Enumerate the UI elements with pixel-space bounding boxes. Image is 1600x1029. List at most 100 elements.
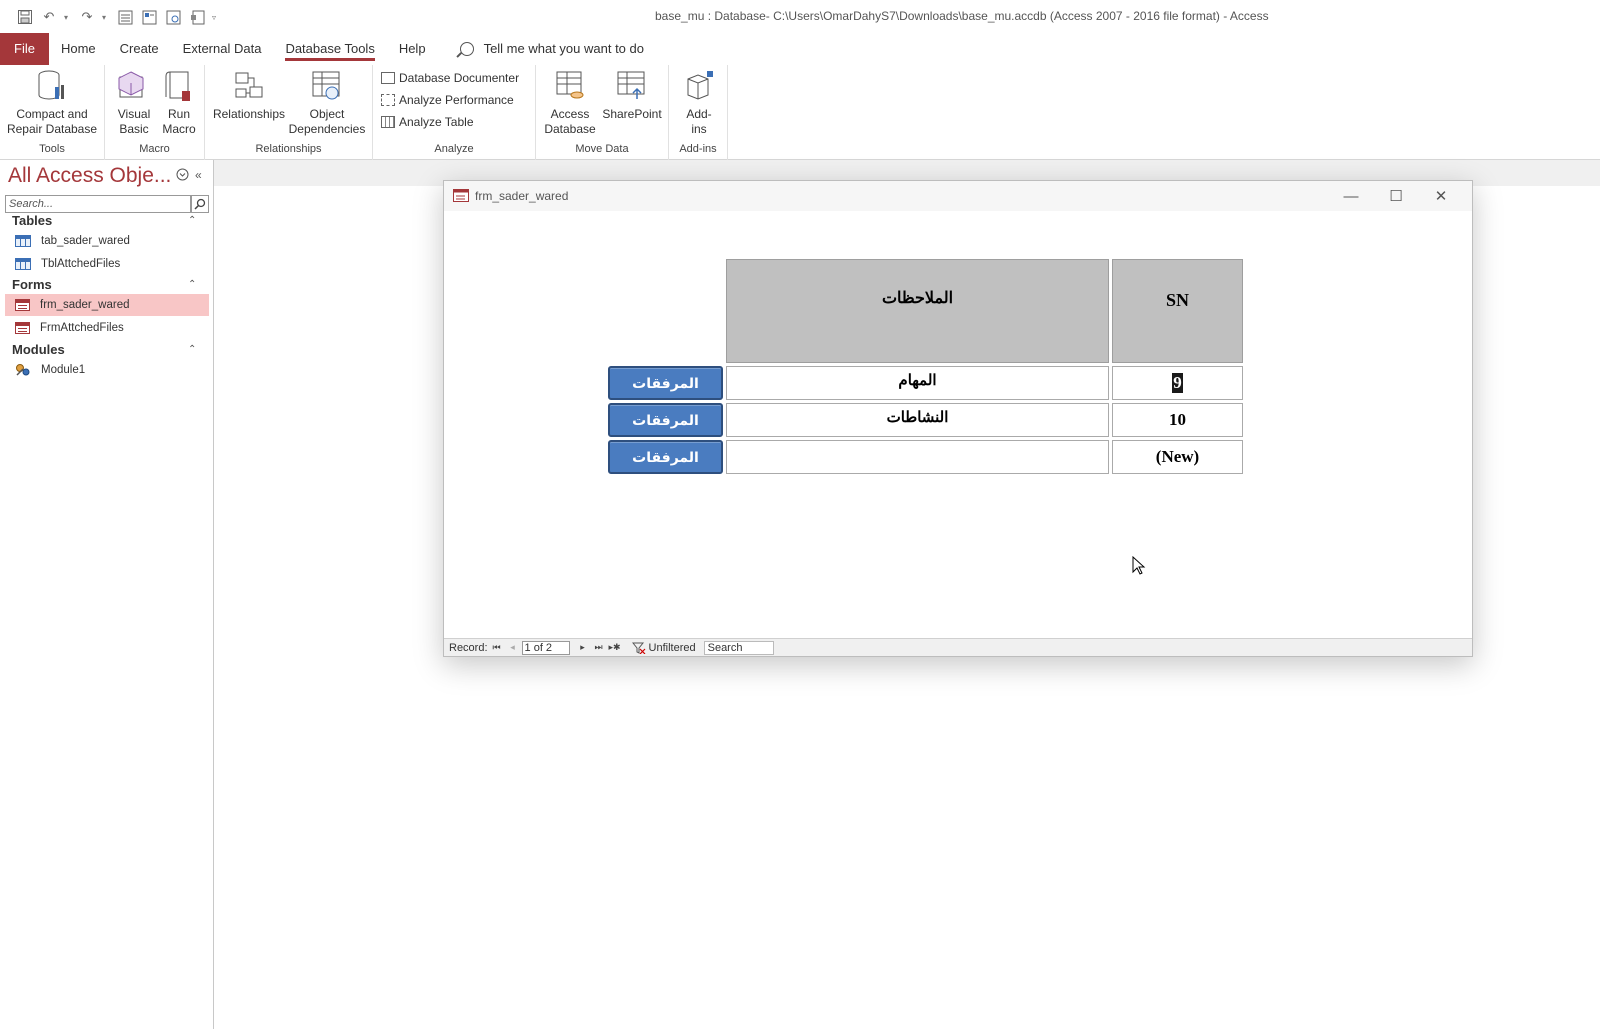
group-analyze: Database Documenter Analyze Performance …	[373, 65, 536, 160]
nav-item-tab-sader-wared[interactable]: tab_sader_wared	[5, 230, 209, 252]
relationships-label: Relationships	[212, 107, 286, 121]
form-window-titlebar: frm_sader_wared — ☐ ✕	[444, 181, 1472, 211]
nav-category-tables[interactable]: Tables	[12, 213, 52, 228]
nav-search-input[interactable]: Search...	[5, 195, 191, 213]
ribbon: Compact and Repair Database Tools Visual…	[0, 65, 1600, 160]
save-icon[interactable]	[16, 8, 34, 26]
nav-pane-title[interactable]: All Access Obje...	[8, 164, 171, 188]
nav-item-label: Module1	[41, 364, 86, 376]
add-ins-button[interactable]: Add-ins	[673, 69, 725, 137]
object-dependencies-label: Object Dependencies	[288, 107, 366, 136]
add-ins-label: Add-ins	[686, 107, 712, 136]
group-tools: Compact and Repair Database Tools	[0, 65, 105, 160]
form-icon	[15, 299, 30, 311]
nav-item-frmattchedfiles[interactable]: FrmAttchedFiles	[5, 317, 209, 339]
tell-me-search[interactable]: Tell me what you want to do	[438, 33, 644, 65]
collapse-forms-icon[interactable]: ⌃	[188, 279, 196, 290]
sn-selected-value: 9	[1172, 373, 1183, 393]
group-relationships: Relationships Object Dependencies Relati…	[205, 65, 373, 160]
nav-category-forms[interactable]: Forms	[12, 277, 52, 292]
tab-home[interactable]: Home	[49, 33, 108, 65]
datasheet-view-icon[interactable]	[164, 8, 182, 26]
redo-icon[interactable]: ↷	[78, 8, 96, 26]
nav-search-button[interactable]	[191, 195, 209, 213]
maximize-icon[interactable]: ☐	[1381, 185, 1411, 207]
nav-item-frm-sader-wared[interactable]: frm_sader_wared	[5, 294, 209, 316]
access-database-button[interactable]: Access Database	[540, 69, 600, 137]
collapse-pane-icon[interactable]: «	[195, 168, 202, 182]
sharepoint-icon	[617, 71, 645, 99]
filter-icon	[631, 642, 645, 654]
collapse-modules-icon[interactable]: ⌃	[188, 344, 196, 355]
analyze-performance-button[interactable]: Analyze Performance	[381, 93, 514, 107]
sn-field[interactable]: 10	[1112, 403, 1243, 437]
sn-field[interactable]: 9	[1112, 366, 1243, 400]
close-icon[interactable]: ✕	[1426, 185, 1456, 207]
tab-help[interactable]: Help	[387, 33, 438, 65]
visual-basic-label: Visual Basic	[117, 107, 151, 136]
new-record-icon[interactable]: ▸✱	[608, 642, 622, 653]
object-dependencies-button[interactable]: Object Dependencies	[285, 69, 369, 137]
form-view-icon[interactable]	[116, 8, 134, 26]
attachments-button[interactable]: المرفقات	[608, 366, 723, 400]
customize-toolbar-icon[interactable]: ▿	[212, 13, 220, 22]
database-documenter-button[interactable]: Database Documenter	[381, 71, 519, 85]
attachments-button[interactable]: المرفقات	[608, 440, 723, 474]
run-macro-button[interactable]: Run Macro	[157, 69, 201, 137]
undo-icon[interactable]: ↶	[40, 8, 58, 26]
filter-toggle[interactable]: Unfiltered	[631, 642, 704, 654]
attachments-button[interactable]: المرفقات	[608, 403, 723, 437]
last-record-icon[interactable]: ⏭	[592, 642, 606, 653]
notes-field[interactable]	[726, 440, 1109, 474]
report-view-icon[interactable]	[140, 8, 158, 26]
sn-field-new[interactable]: (New)	[1112, 440, 1243, 474]
relationships-button[interactable]: Relationships	[211, 69, 287, 122]
chevron-down-icon[interactable]: ▾	[64, 13, 72, 22]
nav-category-modules[interactable]: Modules	[12, 342, 65, 357]
first-record-icon[interactable]: ⏮	[490, 642, 504, 653]
record-label: Record:	[449, 641, 488, 654]
visual-basic-icon	[118, 71, 144, 98]
compact-repair-icon	[38, 70, 64, 100]
ribbon-tabs: File Home Create External Data Database …	[0, 33, 1600, 65]
nav-item-module1[interactable]: Module1	[5, 359, 209, 381]
record-search-input[interactable]: Search	[703, 640, 774, 655]
nav-menu-icon[interactable]	[176, 168, 189, 184]
visual-basic-button[interactable]: Visual Basic	[111, 69, 157, 137]
print-preview-icon[interactable]	[188, 8, 206, 26]
analyze-table-button[interactable]: Analyze Table	[381, 115, 474, 129]
previous-record-icon[interactable]: ◂	[506, 642, 520, 653]
search-icon	[459, 42, 474, 56]
sharepoint-button[interactable]: SharePoint	[598, 69, 666, 122]
tab-external-data[interactable]: External Data	[171, 33, 274, 65]
table-icon	[15, 235, 31, 247]
group-macro: Visual Basic Run Macro Macro	[105, 65, 205, 160]
minimize-icon[interactable]: —	[1336, 185, 1366, 207]
tab-database-tools[interactable]: Database Tools	[273, 33, 386, 65]
current-record-input[interactable]: 1 of 2	[521, 640, 570, 655]
sharepoint-label: SharePoint	[602, 107, 662, 121]
form-icon	[453, 189, 469, 202]
nav-item-tblattchedfiles[interactable]: TblAttchedFiles	[5, 253, 209, 275]
tab-file[interactable]: File	[0, 33, 49, 65]
compact-repair-button[interactable]: Compact and Repair Database	[4, 69, 100, 137]
performance-icon	[381, 94, 395, 106]
header-sn: SN	[1112, 259, 1243, 363]
notes-field[interactable]: المهام	[726, 366, 1109, 400]
access-database-label: Access Database	[544, 107, 596, 136]
search-icon	[194, 198, 206, 210]
chevron-down-icon[interactable]: ▾	[102, 13, 110, 22]
group-label-macro: Macro	[139, 143, 170, 155]
collapse-tables-icon[interactable]: ⌃	[188, 215, 196, 226]
nav-item-label: TblAttchedFiles	[41, 258, 121, 270]
tab-create[interactable]: Create	[108, 33, 171, 65]
group-label-move-data: Move Data	[575, 143, 629, 155]
object-dependencies-icon	[312, 71, 340, 100]
relationships-icon	[235, 72, 263, 98]
notes-field[interactable]: النشاطات	[726, 403, 1109, 437]
next-record-icon[interactable]: ▸	[576, 642, 590, 653]
table-icon	[15, 258, 31, 270]
database-documenter-label: Database Documenter	[399, 71, 520, 85]
window-title: base_mu : Database- C:\Users\OmarDahyS7\…	[655, 9, 1269, 23]
group-label-tools: Tools	[39, 143, 65, 155]
